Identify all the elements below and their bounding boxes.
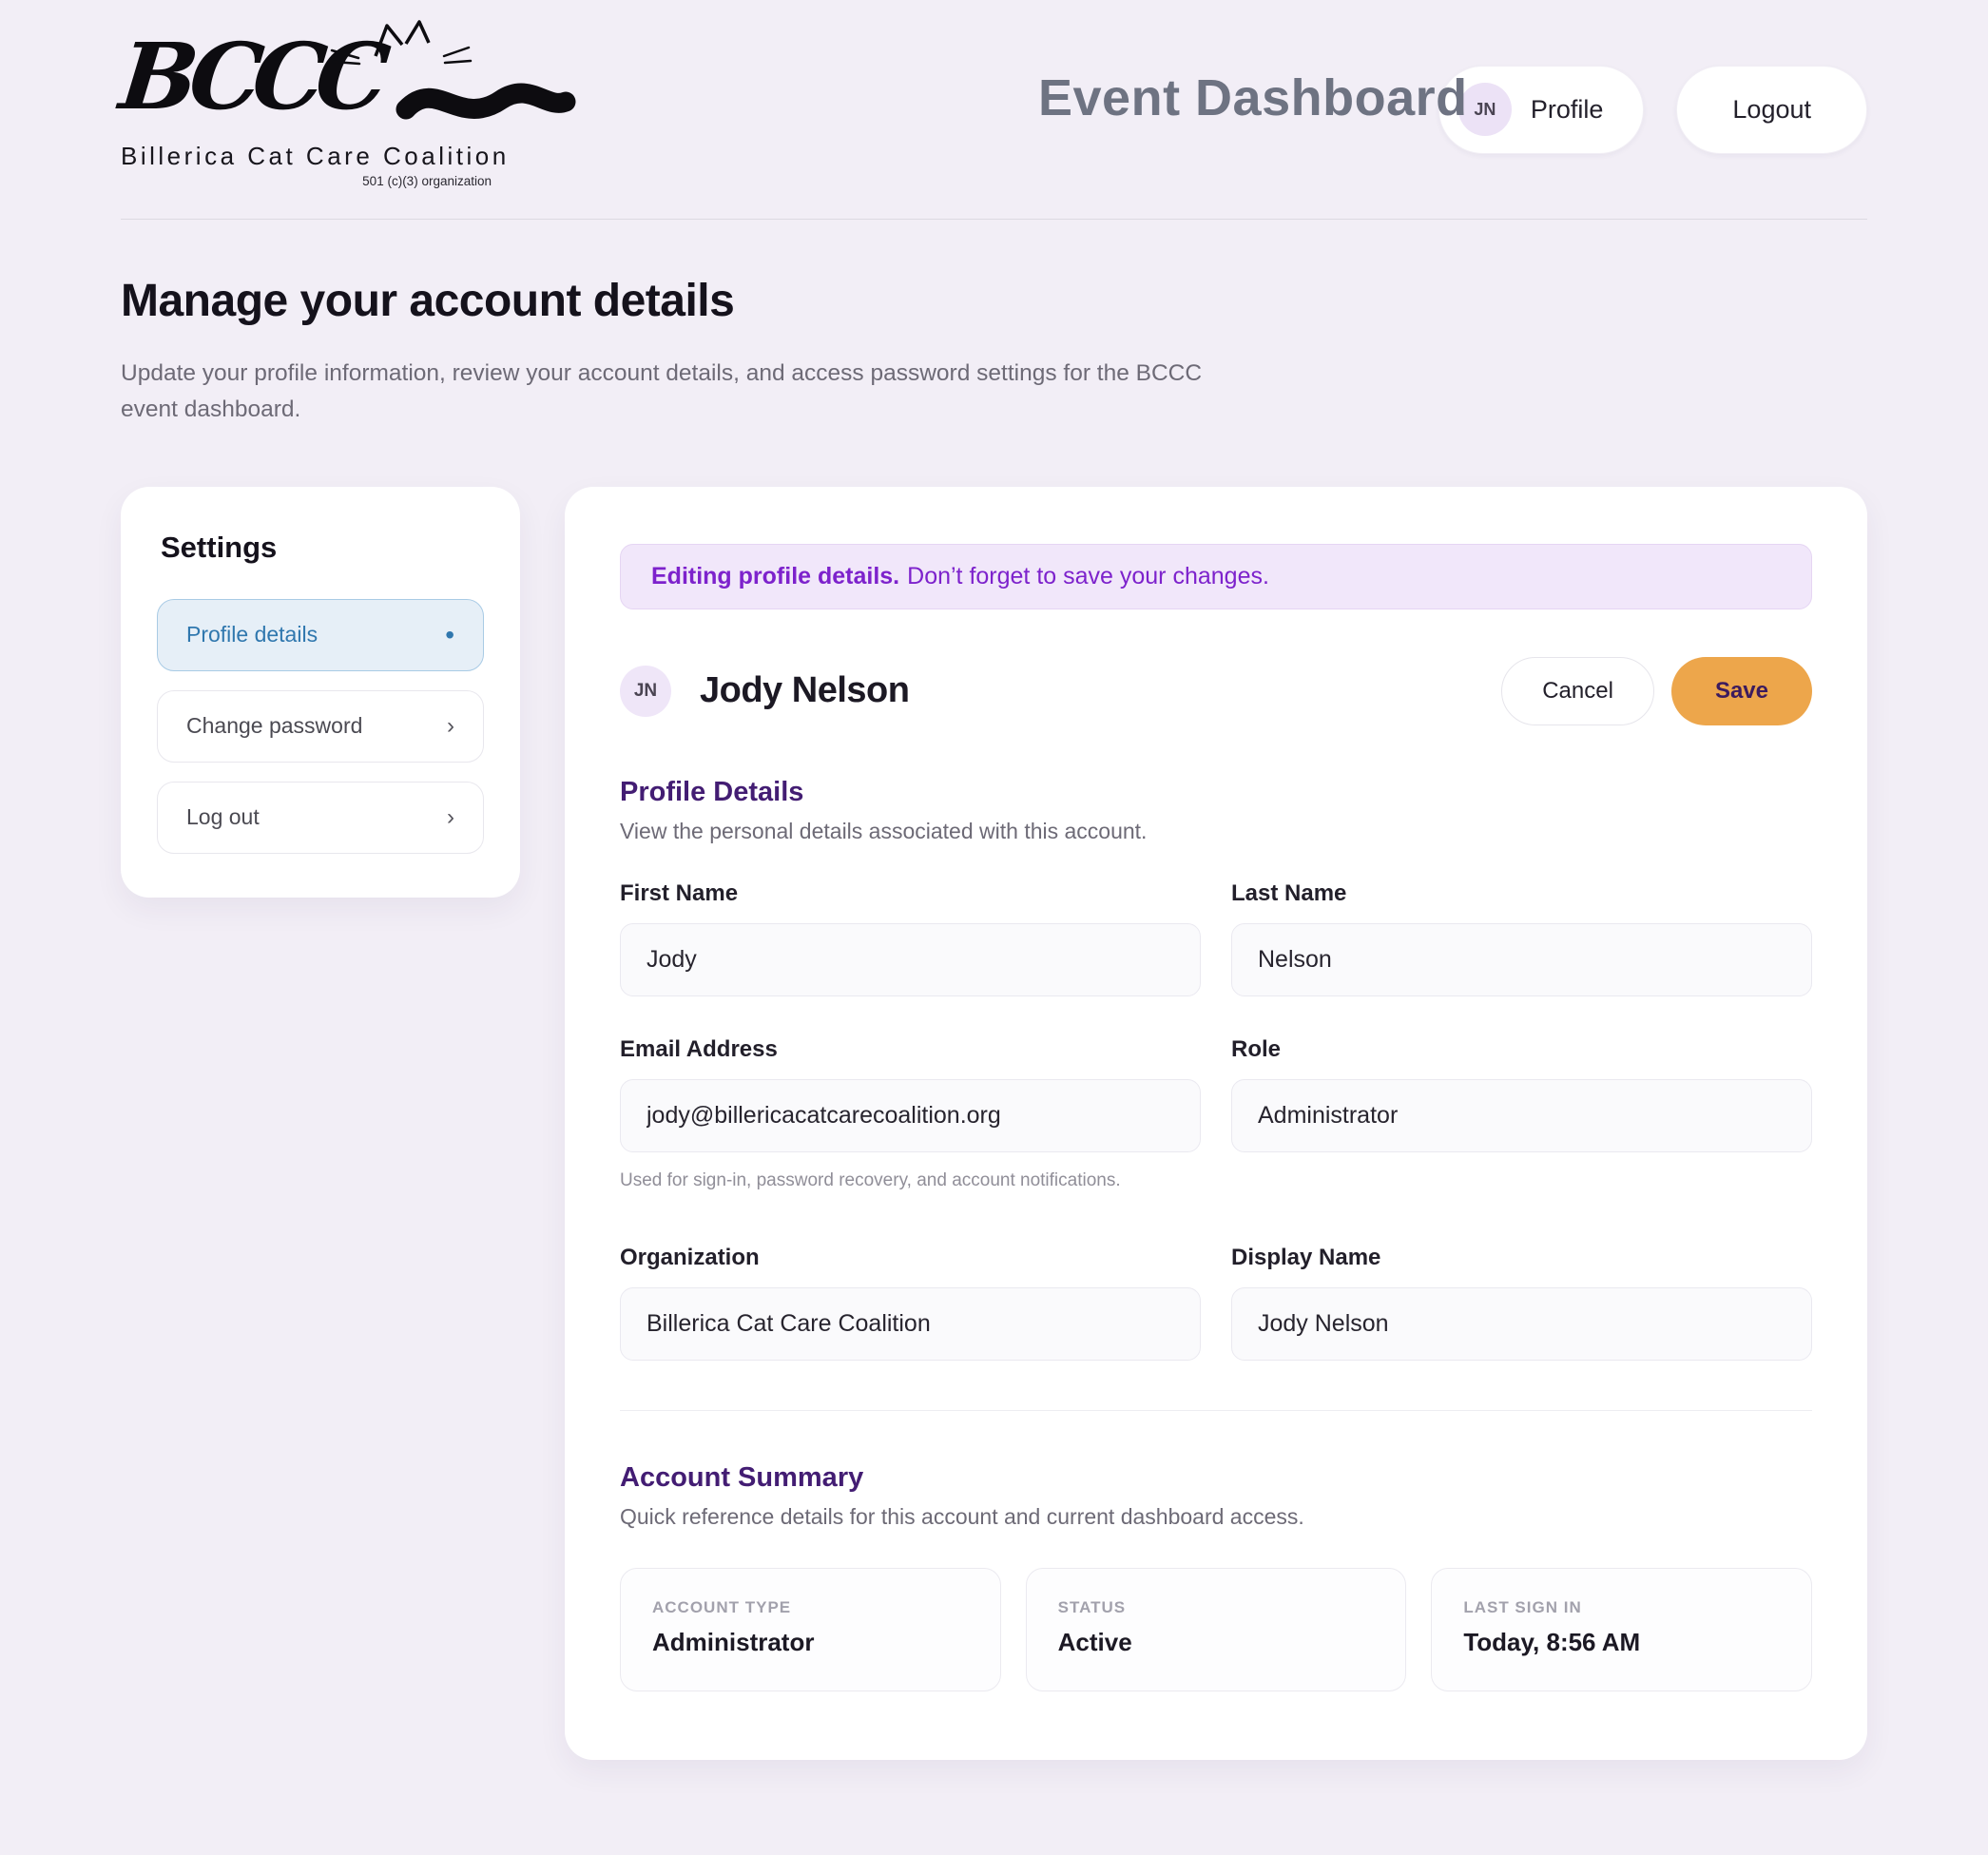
profile-form: First Name Last Name Email Address Used …: [620, 880, 1812, 1361]
bccc-logo-tagline: 501 (c)(3) organization: [121, 174, 492, 188]
account-type-card: ACCOUNT TYPE Administrator: [620, 1568, 1001, 1691]
sidebar-title: Settings: [161, 531, 484, 565]
display-name-label: Display Name: [1231, 1245, 1812, 1271]
settings-sidebar: Settings Profile details • Change passwo…: [121, 487, 520, 898]
role-label: Role: [1231, 1036, 1812, 1063]
page-header-title: Event Dashboard: [1038, 68, 1468, 127]
last-name-input[interactable]: [1231, 923, 1812, 996]
chevron-right-icon: ›: [447, 806, 454, 829]
cancel-button[interactable]: Cancel: [1501, 657, 1654, 725]
editing-banner-message: Don’t forget to save your changes.: [907, 563, 1269, 589]
organization-label: Organization: [620, 1245, 1201, 1271]
status-card: STATUS Active: [1026, 1568, 1407, 1691]
first-name-label: First Name: [620, 880, 1201, 907]
status-label: STATUS: [1058, 1598, 1375, 1617]
sidebar-item-label: Change password: [186, 713, 362, 739]
last-sign-in-value: Today, 8:56 AM: [1463, 1628, 1780, 1657]
profile-button-label: Profile: [1531, 95, 1604, 125]
organization-field-group: Organization: [620, 1245, 1201, 1361]
account-summary-grid: ACCOUNT TYPE Administrator STATUS Active…: [620, 1568, 1812, 1691]
sidebar-item-label: Profile details: [186, 622, 318, 647]
content-area: Settings Profile details • Change passwo…: [121, 487, 1867, 1855]
logout-button[interactable]: Logout: [1676, 66, 1867, 154]
sidebar-item-label: Log out: [186, 804, 260, 830]
account-details-card: Editing profile details. Don’t forget to …: [565, 487, 1867, 1760]
status-value: Active: [1058, 1628, 1375, 1657]
app-header: BCCC Billerica Cat Care Coalition 501 (c…: [121, 0, 1867, 220]
first-name-input[interactable]: [620, 923, 1201, 996]
email-helper-text: Used for sign-in, password recovery, and…: [620, 1170, 1201, 1191]
sidebar-item-profile-details[interactable]: Profile details •: [157, 599, 484, 671]
cat-ears-tail-icon: [121, 18, 615, 142]
user-name: Jody Nelson: [700, 670, 909, 711]
last-sign-in-card: LAST SIGN IN Today, 8:56 AM: [1431, 1568, 1812, 1691]
email-label: Email Address: [620, 1036, 1201, 1063]
bccc-logo-script: BCCC: [121, 31, 501, 134]
bccc-logo: BCCC Billerica Cat Care Coalition 501 (c…: [121, 31, 501, 188]
account-summary-heading: Account Summary: [620, 1462, 1812, 1494]
active-dot-icon: •: [445, 622, 454, 648]
avatar: JN: [620, 666, 671, 717]
last-name-field-group: Last Name: [1231, 880, 1812, 996]
role-field-group: Role: [1231, 1036, 1812, 1191]
role-input[interactable]: [1231, 1079, 1812, 1152]
save-button[interactable]: Save: [1671, 657, 1812, 725]
editing-banner: Editing profile details. Don’t forget to …: [620, 544, 1812, 609]
display-name-field-group: Display Name: [1231, 1245, 1812, 1361]
account-type-value: Administrator: [652, 1628, 969, 1657]
display-name-input[interactable]: [1231, 1287, 1812, 1361]
account-summary-description: Quick reference details for this account…: [620, 1504, 1812, 1530]
account-type-label: ACCOUNT TYPE: [652, 1598, 969, 1617]
bccc-logo-name: Billerica Cat Care Coalition: [121, 142, 501, 171]
profile-details-description: View the personal details associated wit…: [620, 819, 1812, 844]
page-subtitle: Update your profile information, review …: [121, 356, 1209, 428]
sidebar-item-change-password[interactable]: Change password ›: [157, 690, 484, 763]
organization-input[interactable]: [620, 1287, 1201, 1361]
editor-header: JN Jody Nelson Cancel Save: [620, 657, 1812, 725]
first-name-field-group: First Name: [620, 880, 1201, 996]
email-input[interactable]: [620, 1079, 1201, 1152]
last-sign-in-label: LAST SIGN IN: [1463, 1598, 1780, 1617]
editing-banner-bold: Editing profile details.: [651, 563, 899, 589]
chevron-right-icon: ›: [447, 715, 454, 738]
sidebar-item-log-out[interactable]: Log out ›: [157, 782, 484, 854]
section-divider: [620, 1410, 1812, 1411]
email-field-group: Email Address Used for sign-in, password…: [620, 1036, 1201, 1191]
header-actions: JN Profile Logout: [1438, 66, 1867, 154]
page-title: Manage your account details: [121, 275, 1867, 327]
profile-details-heading: Profile Details: [620, 777, 1812, 808]
logout-button-label: Logout: [1732, 95, 1811, 125]
profile-button[interactable]: JN Profile: [1438, 66, 1645, 154]
editor-actions: Cancel Save: [1501, 657, 1812, 725]
last-name-label: Last Name: [1231, 880, 1812, 907]
